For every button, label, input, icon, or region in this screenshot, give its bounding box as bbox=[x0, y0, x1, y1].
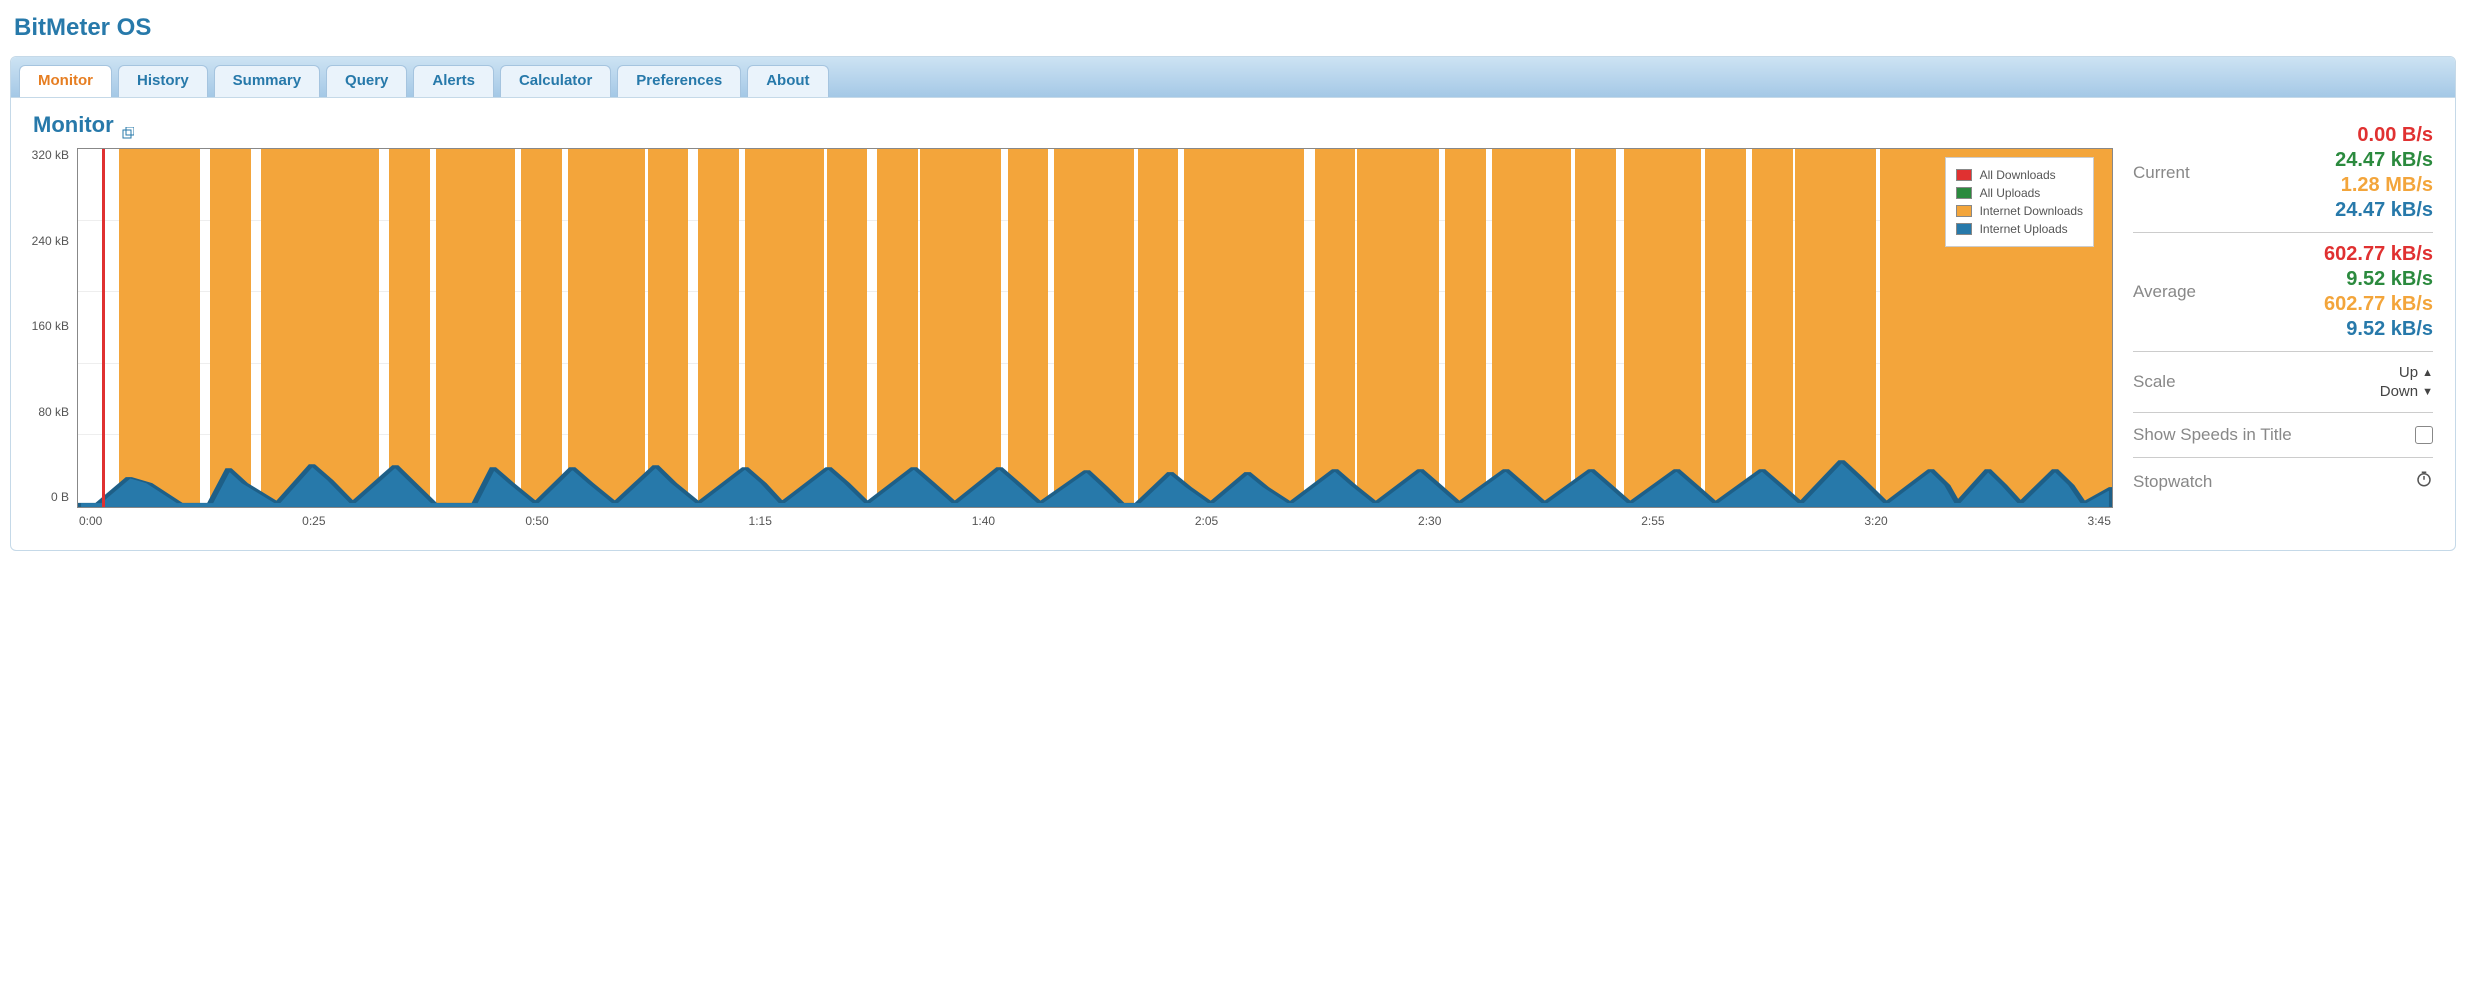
legend-label: Internet Uploads bbox=[1980, 222, 2068, 236]
x-tick: 2:55 bbox=[1641, 514, 1664, 528]
y-tick: 160 kB bbox=[29, 319, 73, 333]
internet-uploads-series bbox=[78, 149, 2112, 507]
average-all-uploads: 9.52 kB/s bbox=[2208, 268, 2433, 291]
legend-item: All Downloads bbox=[1956, 168, 2083, 182]
legend-item: All Uploads bbox=[1956, 186, 2083, 200]
average-internet-uploads: 9.52 kB/s bbox=[2208, 318, 2433, 341]
current-all-downloads: 0.00 B/s bbox=[2202, 124, 2433, 147]
legend-swatch bbox=[1956, 169, 1972, 181]
x-tick: 0:25 bbox=[302, 514, 325, 528]
x-axis-labels: 0:00 0:25 0:50 1:15 1:40 2:05 2:30 2:55 … bbox=[77, 514, 2113, 528]
tab-history[interactable]: History bbox=[118, 65, 208, 97]
section-title-text: Monitor bbox=[33, 112, 114, 138]
scale-control: Scale Up ▲ Down ▼ bbox=[2133, 352, 2433, 413]
tab-calculator[interactable]: Calculator bbox=[500, 65, 611, 97]
show-speeds-control: Show Speeds in Title bbox=[2133, 413, 2433, 458]
y-tick: 80 kB bbox=[29, 405, 73, 419]
legend-swatch bbox=[1956, 205, 1972, 217]
x-tick: 2:05 bbox=[1195, 514, 1218, 528]
tab-about[interactable]: About bbox=[747, 65, 828, 97]
tab-preferences[interactable]: Preferences bbox=[617, 65, 741, 97]
x-tick: 0:50 bbox=[525, 514, 548, 528]
triangle-up-icon: ▲ bbox=[2422, 367, 2433, 379]
x-tick: 1:15 bbox=[749, 514, 772, 528]
tab-bar: Monitor History Summary Query Alerts Cal… bbox=[11, 57, 2455, 98]
section-title: Monitor bbox=[33, 112, 2113, 138]
stats-panel: Current 0.00 B/s 24.47 kB/s 1.28 MB/s 24… bbox=[2133, 112, 2433, 505]
x-tick: 2:30 bbox=[1418, 514, 1441, 528]
show-speeds-checkbox[interactable] bbox=[2415, 426, 2433, 444]
x-tick: 1:40 bbox=[972, 514, 995, 528]
stopwatch-label: Stopwatch bbox=[2133, 472, 2212, 492]
legend-swatch bbox=[1956, 223, 1972, 235]
current-time-marker bbox=[102, 149, 105, 507]
chart-legend: All Downloads All Uploads Internet Downl… bbox=[1945, 157, 2094, 247]
average-all-downloads: 602.77 kB/s bbox=[2208, 243, 2433, 266]
current-stats: Current 0.00 B/s 24.47 kB/s 1.28 MB/s 24… bbox=[2133, 114, 2433, 233]
y-tick: 0 B bbox=[29, 490, 73, 504]
scale-down-label: Down bbox=[2380, 383, 2418, 400]
legend-swatch bbox=[1956, 187, 1972, 199]
show-speeds-label: Show Speeds in Title bbox=[2133, 425, 2292, 445]
popout-icon[interactable] bbox=[122, 119, 134, 131]
current-internet-uploads: 24.47 kB/s bbox=[2202, 199, 2433, 222]
x-tick: 3:20 bbox=[1864, 514, 1887, 528]
average-label: Average bbox=[2133, 282, 2196, 302]
current-internet-downloads: 1.28 MB/s bbox=[2202, 174, 2433, 197]
monitor-chart: 320 kB 240 kB 160 kB 80 kB 0 B bbox=[77, 148, 2113, 528]
legend-item: Internet Downloads bbox=[1956, 204, 2083, 218]
app-title: BitMeter OS bbox=[14, 14, 2452, 42]
scale-label: Scale bbox=[2133, 372, 2176, 392]
triangle-down-icon: ▼ bbox=[2422, 386, 2433, 398]
x-tick: 0:00 bbox=[79, 514, 102, 528]
y-axis-labels: 320 kB 240 kB 160 kB 80 kB 0 B bbox=[29, 148, 73, 504]
y-tick: 320 kB bbox=[29, 148, 73, 162]
stopwatch-control: Stopwatch bbox=[2133, 458, 2433, 505]
tab-monitor[interactable]: Monitor bbox=[19, 65, 112, 97]
x-tick: 3:45 bbox=[2088, 514, 2111, 528]
plot-area: All Downloads All Uploads Internet Downl… bbox=[77, 148, 2113, 508]
scale-up-label: Up bbox=[2399, 364, 2418, 381]
main-panel: Monitor History Summary Query Alerts Cal… bbox=[10, 56, 2456, 551]
legend-item: Internet Uploads bbox=[1956, 222, 2083, 236]
average-stats: Average 602.77 kB/s 9.52 kB/s 602.77 kB/… bbox=[2133, 233, 2433, 352]
average-internet-downloads: 602.77 kB/s bbox=[2208, 293, 2433, 316]
legend-label: All Downloads bbox=[1980, 168, 2056, 182]
legend-label: All Uploads bbox=[1980, 186, 2041, 200]
tab-alerts[interactable]: Alerts bbox=[413, 65, 494, 97]
scale-down-button[interactable]: Down ▼ bbox=[2380, 383, 2433, 400]
scale-up-button[interactable]: Up ▲ bbox=[2399, 364, 2433, 381]
current-label: Current bbox=[2133, 163, 2190, 183]
legend-label: Internet Downloads bbox=[1980, 204, 2083, 218]
current-all-uploads: 24.47 kB/s bbox=[2202, 149, 2433, 172]
tab-summary[interactable]: Summary bbox=[214, 65, 320, 97]
y-tick: 240 kB bbox=[29, 234, 73, 248]
tab-query[interactable]: Query bbox=[326, 65, 407, 97]
clock-icon[interactable] bbox=[2415, 470, 2433, 493]
